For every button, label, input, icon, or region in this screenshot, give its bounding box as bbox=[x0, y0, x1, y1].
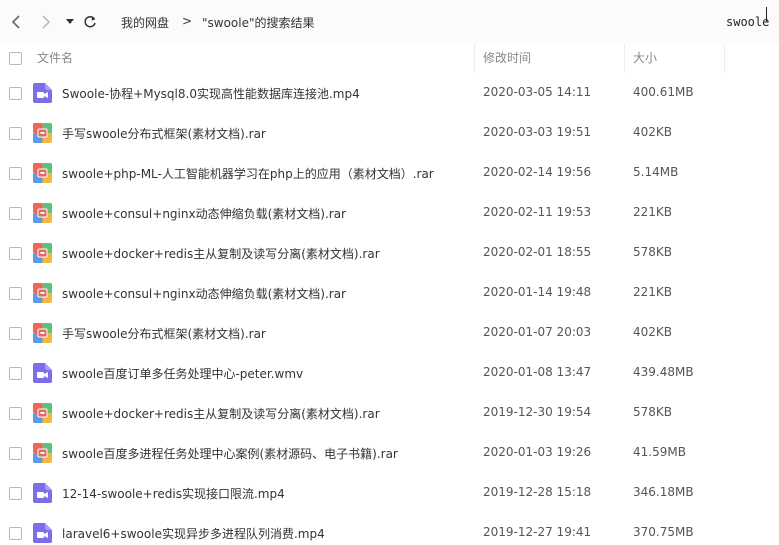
table-row[interactable]: swoole百度订单多任务处理中心-peter.wmv 2020-01-08 13… bbox=[0, 353, 779, 393]
breadcrumb-separator: > bbox=[182, 14, 193, 28]
breadcrumb-current: "swoole"的搜索结果 bbox=[202, 16, 315, 30]
column-divider[interactable] bbox=[474, 44, 475, 73]
archive-file-icon bbox=[33, 243, 52, 263]
archive-file-icon bbox=[33, 123, 52, 143]
row-checkbox[interactable] bbox=[9, 487, 22, 500]
row-checkbox[interactable] bbox=[9, 127, 22, 140]
archive-file-icon bbox=[33, 323, 52, 343]
table-header: 文件名 修改时间 大小 bbox=[0, 44, 779, 73]
file-name[interactable]: Swoole-协程+Mysql8.0实现高性能数据库连接池.mp4 bbox=[62, 85, 360, 102]
file-size: 41.59MB bbox=[633, 445, 686, 459]
file-modified-date: 2020-02-01 18:55 bbox=[483, 245, 592, 259]
row-checkbox[interactable] bbox=[9, 207, 22, 220]
file-modified-date: 2020-01-03 19:26 bbox=[483, 445, 592, 459]
file-modified-date: 2019-12-28 15:18 bbox=[483, 485, 592, 499]
column-divider[interactable] bbox=[724, 44, 725, 73]
file-name[interactable]: swoole百度多进程任务处理中心案例(素材源码、电子书籍).rar bbox=[62, 445, 398, 462]
file-size: 5.14MB bbox=[633, 165, 679, 179]
video-file-icon bbox=[33, 523, 52, 543]
video-file-icon bbox=[33, 363, 52, 383]
file-modified-date: 2020-01-08 13:47 bbox=[483, 365, 592, 379]
row-checkbox[interactable] bbox=[9, 287, 22, 300]
row-checkbox[interactable] bbox=[9, 327, 22, 340]
archive-file-icon bbox=[33, 203, 52, 223]
table-row[interactable]: swoole+docker+redis主从复制及读写分离(素材文档).rar 20… bbox=[0, 233, 779, 273]
column-header-name[interactable]: 文件名 bbox=[37, 44, 73, 73]
caret-down-icon[interactable] bbox=[60, 12, 80, 32]
archive-file-icon bbox=[33, 403, 52, 423]
chevron-left-icon[interactable] bbox=[6, 12, 26, 32]
top-toolbar: 我的网盘 > "swoole"的搜索结果 bbox=[0, 0, 779, 44]
archive-file-icon bbox=[33, 163, 52, 183]
file-modified-date: 2020-01-14 19:48 bbox=[483, 285, 592, 299]
table-row[interactable]: 手写swoole分布式框架(素材文档).rar 2020-01-07 20:03 4… bbox=[0, 313, 779, 353]
search-box bbox=[700, 8, 779, 36]
file-size: 221KB bbox=[633, 285, 673, 299]
file-modified-date: 2019-12-30 19:54 bbox=[483, 405, 592, 419]
file-modified-date: 2020-02-11 19:53 bbox=[483, 205, 592, 219]
archive-file-icon bbox=[33, 283, 52, 303]
file-modified-date: 2020-03-03 19:51 bbox=[483, 125, 592, 139]
row-checkbox[interactable] bbox=[9, 167, 22, 180]
file-modified-date: 2020-03-05 14:11 bbox=[483, 85, 592, 99]
file-modified-date: 2019-12-27 19:41 bbox=[483, 525, 592, 539]
file-name[interactable]: 12-14-swoole+redis实现接口限流.mp4 bbox=[62, 485, 285, 502]
table-row[interactable]: Swoole-协程+Mysql8.0实现高性能数据库连接池.mp4 2020-03… bbox=[0, 73, 779, 113]
file-size: 400.61MB bbox=[633, 85, 694, 99]
column-header-modified[interactable]: 修改时间 bbox=[483, 44, 531, 73]
file-size: 402KB bbox=[633, 125, 673, 139]
file-name[interactable]: swoole+php-ML-人工智能机器学习在php上的应用（素材文档）.rar bbox=[62, 165, 434, 182]
file-modified-date: 2020-02-14 19:56 bbox=[483, 165, 592, 179]
file-size: 221KB bbox=[633, 205, 673, 219]
refresh-icon[interactable] bbox=[80, 12, 100, 32]
file-size: 578KB bbox=[633, 245, 673, 259]
file-size: 439.48MB bbox=[633, 365, 694, 379]
table-row[interactable]: swoole百度多进程任务处理中心案例(素材源码、电子书籍).rar 2020-0… bbox=[0, 433, 779, 473]
text-cursor bbox=[766, 7, 767, 22]
row-checkbox[interactable] bbox=[9, 527, 22, 540]
file-name[interactable]: 手写swoole分布式框架(素材文档).rar bbox=[62, 325, 266, 342]
chevron-right-icon[interactable] bbox=[36, 12, 56, 32]
file-size: 346.18MB bbox=[633, 485, 694, 499]
video-file-icon bbox=[33, 83, 52, 103]
row-checkbox[interactable] bbox=[9, 87, 22, 100]
archive-file-icon bbox=[33, 443, 52, 463]
breadcrumb-root[interactable]: 我的网盘 bbox=[121, 14, 169, 31]
file-name[interactable]: swoole百度订单多任务处理中心-peter.wmv bbox=[62, 365, 303, 382]
table-row[interactable]: 手写swoole分布式框架(素材文档).rar 2020-03-03 19:51 4… bbox=[0, 113, 779, 153]
file-size: 402KB bbox=[633, 325, 673, 339]
table-row[interactable]: swoole+consul+nginx动态伸缩负载(素材文档).rar 2020-… bbox=[0, 273, 779, 313]
file-name[interactable]: laravel6+swoole实现异步多进程队列消费.mp4 bbox=[62, 525, 325, 542]
file-name[interactable]: swoole+docker+redis主从复制及读写分离(素材文档).rar bbox=[62, 245, 380, 262]
file-size: 370.75MB bbox=[633, 525, 694, 539]
row-checkbox[interactable] bbox=[9, 247, 22, 260]
video-file-icon bbox=[33, 483, 52, 503]
row-checkbox[interactable] bbox=[9, 447, 22, 460]
file-name[interactable]: swoole+consul+nginx动态伸缩负载(素材文档).rar bbox=[62, 285, 346, 302]
file-name[interactable]: 手写swoole分布式框架(素材文档).rar bbox=[62, 125, 266, 142]
row-checkbox[interactable] bbox=[9, 367, 22, 380]
table-row[interactable]: swoole+consul+nginx动态伸缩负载(素材文档).rar 2020-… bbox=[0, 193, 779, 233]
table-row[interactable]: swoole+php-ML-人工智能机器学习在php上的应用（素材文档）.rar… bbox=[0, 153, 779, 193]
file-list: Swoole-协程+Mysql8.0实现高性能数据库连接池.mp4 2020-03… bbox=[0, 73, 779, 545]
file-name[interactable]: swoole+consul+nginx动态伸缩负载(素材文档).rar bbox=[62, 205, 346, 222]
file-size: 578KB bbox=[633, 405, 673, 419]
table-row[interactable]: laravel6+swoole实现异步多进程队列消费.mp4 2019-12-27… bbox=[0, 513, 779, 545]
select-all-checkbox[interactable] bbox=[9, 52, 22, 65]
column-header-size[interactable]: 大小 bbox=[633, 44, 657, 73]
file-name[interactable]: swoole+docker+redis主从复制及读写分离(素材文档).rar bbox=[62, 405, 380, 422]
file-modified-date: 2020-01-07 20:03 bbox=[483, 325, 592, 339]
row-checkbox[interactable] bbox=[9, 407, 22, 420]
table-row[interactable]: swoole+docker+redis主从复制及读写分离(素材文档).rar 20… bbox=[0, 393, 779, 433]
table-row[interactable]: 12-14-swoole+redis实现接口限流.mp4 2019-12-28 1… bbox=[0, 473, 779, 513]
column-divider[interactable] bbox=[624, 44, 625, 73]
search-input[interactable] bbox=[700, 8, 779, 36]
